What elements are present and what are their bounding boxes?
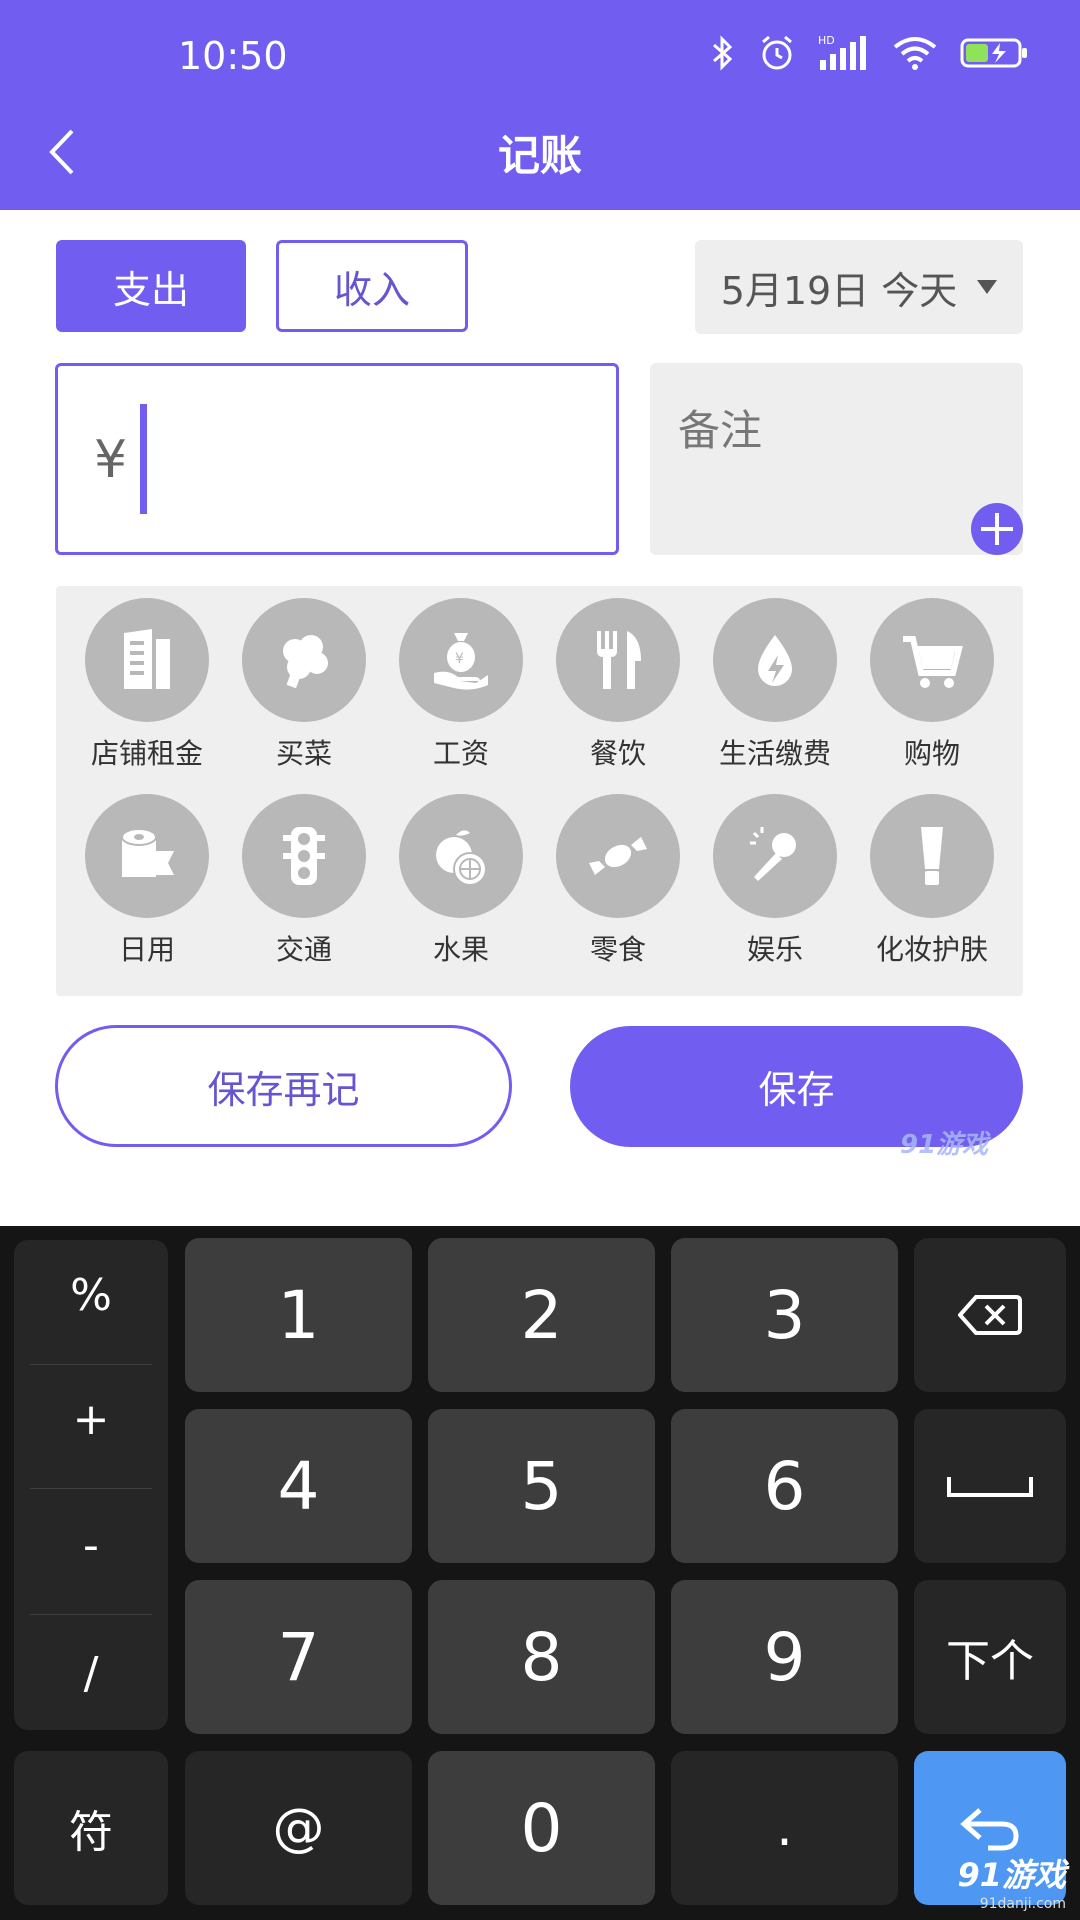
- key-6[interactable]: 6: [671, 1409, 898, 1563]
- app-header: 10:50 HD 记账: [0, 0, 1080, 210]
- space-icon: [947, 1477, 1033, 1497]
- status-icons: HD: [710, 34, 1030, 72]
- space-key[interactable]: [914, 1409, 1066, 1563]
- category-item-transport[interactable]: 交通: [229, 794, 379, 968]
- fruit-icon: [399, 794, 523, 918]
- backspace-key[interactable]: [914, 1238, 1066, 1392]
- category-label: 生活缴费: [718, 737, 831, 770]
- category-item-groceries[interactable]: 买菜: [229, 598, 379, 772]
- symbols-key[interactable]: 符: [14, 1751, 168, 1905]
- category-item-salary[interactable]: ¥ 工资: [386, 598, 536, 772]
- page-title: 记账: [497, 131, 582, 180]
- watermark-url: 91danji.com: [979, 1896, 1066, 1912]
- category-item-store-rent[interactable]: 店铺租金: [72, 598, 222, 772]
- category-label: 店铺租金: [90, 737, 203, 770]
- money-bag-icon: ¥: [399, 598, 523, 722]
- building-icon: [85, 598, 209, 722]
- key-5[interactable]: 5: [428, 1409, 655, 1563]
- battery-icon: [960, 36, 1030, 70]
- vegetable-icon: [242, 598, 366, 722]
- key-minus[interactable]: -: [14, 1490, 168, 1600]
- category-item-entertainment[interactable]: 娱乐: [700, 794, 850, 968]
- date-value: 5月19日 今天: [720, 268, 958, 313]
- cosmetics-tube-icon: [870, 794, 994, 918]
- divider: [30, 1614, 152, 1615]
- wifi-icon: [892, 35, 938, 71]
- key-0[interactable]: 0: [428, 1751, 655, 1905]
- next-key[interactable]: 下个: [914, 1580, 1066, 1734]
- category-label: 日用: [118, 933, 175, 966]
- key-1[interactable]: 1: [185, 1238, 412, 1392]
- category-label: 交通: [275, 933, 332, 966]
- category-label: 零食: [589, 933, 646, 966]
- candy-icon: [556, 794, 680, 918]
- status-time: 10:50: [178, 34, 288, 78]
- svg-text:HD: HD: [818, 34, 835, 47]
- tab-expense[interactable]: 支出: [56, 240, 246, 332]
- backspace-icon: [958, 1295, 1022, 1335]
- plus-icon: [981, 513, 1013, 545]
- traffic-light-icon: [242, 794, 366, 918]
- cart-icon: [870, 598, 994, 722]
- category-label: 餐饮: [589, 737, 646, 770]
- category-label: 工资: [432, 737, 489, 770]
- add-note-button[interactable]: [971, 503, 1023, 555]
- category-label: 化妆护肤: [875, 933, 988, 966]
- utility-drop-icon: [713, 598, 837, 722]
- watermark-logo: 91游戏: [900, 1130, 989, 1160]
- save-and-continue-button[interactable]: 保存再记: [55, 1025, 512, 1147]
- key-plus[interactable]: +: [14, 1364, 168, 1474]
- key-3[interactable]: 3: [671, 1238, 898, 1392]
- category-label: 购物: [903, 737, 960, 770]
- text-cursor: [140, 404, 147, 514]
- return-icon: [960, 1808, 1019, 1851]
- category-item-shopping[interactable]: 购物: [857, 598, 1007, 772]
- watermark: 91游戏 91danji.com: [957, 1850, 1066, 1912]
- key-percent[interactable]: %: [14, 1240, 168, 1350]
- currency-symbol: ¥: [94, 430, 128, 490]
- category-item-dining[interactable]: 餐饮: [543, 598, 693, 772]
- key-slash[interactable]: /: [14, 1618, 168, 1728]
- category-item-cosmetics[interactable]: 化妆护肤: [857, 794, 1007, 968]
- svg-text:¥: ¥: [455, 651, 464, 667]
- category-item-snacks[interactable]: 零食: [543, 794, 693, 968]
- divider: [30, 1488, 152, 1489]
- fork-knife-icon: [556, 598, 680, 722]
- caret-down-icon: [977, 280, 998, 294]
- category-label: 买菜: [275, 737, 332, 770]
- category-item-fruit[interactable]: 水果: [386, 794, 536, 968]
- note-field[interactable]: 备注: [650, 363, 1023, 555]
- toilet-paper-icon: [85, 794, 209, 918]
- watermark-logo-text: 91游戏: [957, 1856, 1066, 1894]
- category-label: 娱乐: [746, 933, 803, 966]
- signal-icon: HD: [818, 34, 870, 72]
- category-item-daily-use[interactable]: 日用: [72, 794, 222, 968]
- symbol-column: % + - /: [14, 1240, 168, 1730]
- numeric-keyboard: % + - / 1 2 3 4 5 6 7 8 9 下个 符 @ 0 . 91游…: [0, 1226, 1080, 1920]
- key-7[interactable]: 7: [185, 1580, 412, 1734]
- bluetooth-icon: [710, 35, 736, 71]
- key-9[interactable]: 9: [671, 1580, 898, 1734]
- amount-input[interactable]: ¥: [55, 363, 619, 555]
- alarm-icon: [758, 34, 796, 72]
- microphone-icon: [713, 794, 837, 918]
- key-4[interactable]: 4: [185, 1409, 412, 1563]
- tab-income[interactable]: 收入: [276, 240, 468, 332]
- category-panel: 店铺租金 买菜 ¥ 工资 餐饮 生活缴费 购物 日用 交通 水果 零食 娱乐 化…: [56, 586, 1023, 996]
- at-key[interactable]: @: [185, 1751, 412, 1905]
- category-label: 水果: [432, 933, 489, 966]
- key-8[interactable]: 8: [428, 1580, 655, 1734]
- dot-key[interactable]: .: [671, 1751, 898, 1905]
- note-placeholder: 备注: [678, 406, 763, 455]
- date-picker[interactable]: 5月19日 今天: [695, 240, 1023, 334]
- key-2[interactable]: 2: [428, 1238, 655, 1392]
- category-item-utilities[interactable]: 生活缴费: [700, 598, 850, 772]
